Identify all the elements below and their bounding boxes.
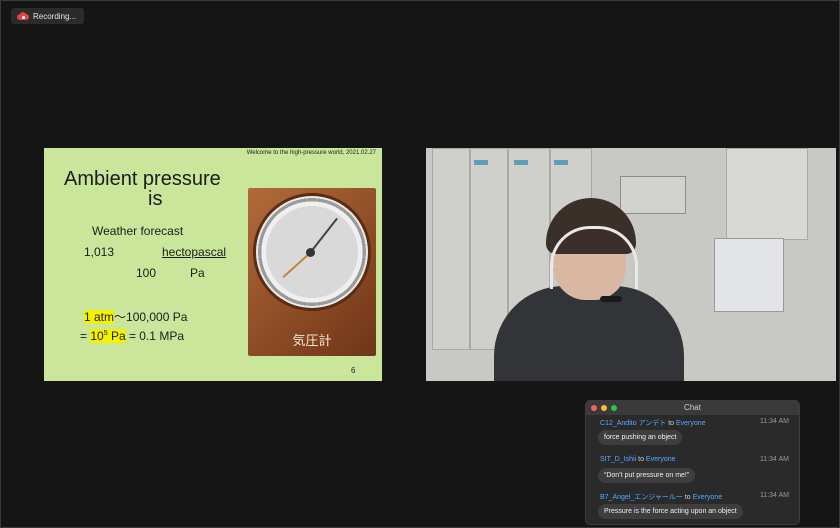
message-time: 11:34 AM [759,456,789,463]
chat-titlebar[interactable]: Chat [586,401,799,415]
chat-title: Chat [684,403,701,412]
lab-instrument [714,238,784,312]
recipient-name[interactable]: Everyone [693,494,723,501]
message-time: 11:34 AM [759,418,789,425]
sender-name[interactable]: SIT_D_Ishii [600,456,636,463]
slide-page-number: 6 [351,366,356,375]
locker-label [554,160,568,165]
recording-indicator[interactable]: Recording... [11,8,85,24]
chat-sender[interactable]: C12_Andito アンデト to Everyone [600,418,706,428]
slide-caption: Welcome to the high-pressure world, 2021… [246,150,376,156]
to-label: to [636,456,646,463]
locker [470,148,508,350]
message-time: 11:34 AM [759,492,789,499]
message-bubble: “Don’t put pressure on me!” [598,468,696,483]
barometer-image: 気圧計 [248,188,376,356]
pa-equation: = 105 Pa = 0.1 MPa [80,329,184,343]
unit-hectopascal: hectopascal [162,245,227,259]
participant-body [494,286,684,381]
message-bubble: force pushing an object [598,430,683,445]
slide-title-line1: Ambient pressure [64,168,221,190]
value-1013: 1,013 [84,245,115,259]
eq-prefix: = [80,329,91,343]
chat-sender[interactable]: SIT_D_Ishii to Everyone [600,456,676,463]
recipient-name[interactable]: Everyone [646,456,676,463]
slide-title-line2: is [148,188,163,210]
barometer-label: 気圧計 [292,334,332,349]
to-label: to [682,494,693,501]
headset-icon [550,226,638,289]
cloud-record-icon [17,12,29,20]
atm-highlight: 1 atm [84,310,115,324]
eq-rest: = 0.1 MPa [125,329,184,343]
meeting-window: Recording... Welcome to the high-pressur… [0,0,840,528]
sender-name[interactable]: C12_Andito アンデト [600,420,666,427]
to-label: to [666,420,676,427]
eq-unit: Pa [107,329,126,343]
recording-label: Recording... [33,11,77,21]
sender-name[interactable]: B7_Angel_エンジャールー [600,494,683,501]
recipient-name[interactable]: Everyone [676,420,706,427]
locker-label [474,160,488,165]
atm-equation: 1 atm〜100,000 Pa [84,308,187,325]
value-100: 100 [136,266,157,280]
microphone-icon [600,296,622,302]
eq-base: 10 [90,329,104,343]
atm-value: 〜100,000 Pa [114,310,188,324]
cabinet [726,148,808,240]
shared-slide: Welcome to the high-pressure world, 2021… [44,148,382,381]
chat-sender[interactable]: B7_Angel_エンジャールー to Everyone [600,492,722,502]
locker-label [514,160,528,165]
participant-video[interactable] [426,148,836,381]
chat-panel[interactable]: Chat C12_Andito アンデト to Everyone 11:34 AM… [585,400,800,525]
weather-forecast-label: Weather forecast [92,224,184,238]
lab-instrument [620,176,686,214]
locker [432,148,470,350]
unit-pa: Pa [190,266,205,280]
eq-highlight: 105 Pa [90,329,126,343]
barometer-hub [306,248,315,257]
message-bubble: Pressure is the force acting upon an obj… [598,504,743,519]
